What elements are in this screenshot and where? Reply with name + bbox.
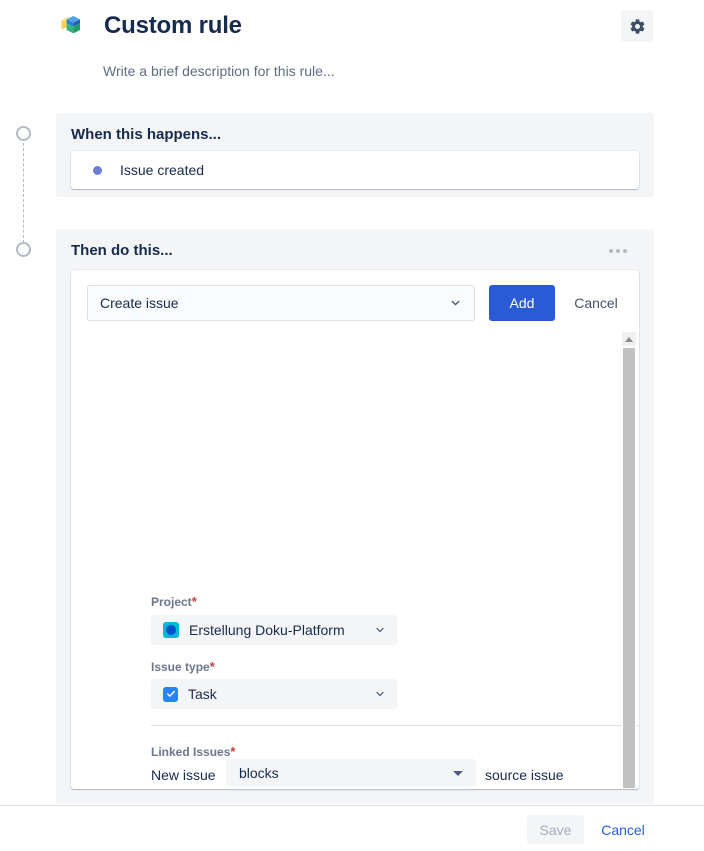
- issue-type-select[interactable]: Task: [151, 679, 397, 709]
- action-cancel-button[interactable]: Cancel: [563, 285, 629, 321]
- required-asterisk: *: [191, 594, 197, 609]
- ellipsis-dot: [623, 249, 627, 253]
- project-select-value: Erstellung Doku-Platform: [189, 622, 345, 638]
- rail-node-action: [16, 242, 31, 257]
- gear-icon[interactable]: [621, 10, 653, 42]
- rule-description-placeholder: Write a brief description for this rule.…: [103, 63, 335, 79]
- form-divider: [151, 725, 639, 726]
- save-button[interactable]: Save: [527, 815, 584, 844]
- page-title: Custom rule: [104, 12, 242, 39]
- ellipsis-dot: [609, 249, 613, 253]
- link-type-select[interactable]: blocks: [226, 759, 476, 786]
- rail-node-trigger: [16, 126, 31, 141]
- cancel-button[interactable]: Cancel: [592, 815, 654, 844]
- automation-rule-editor: Custom rule Write a brief description fo…: [0, 0, 704, 851]
- project-avatar-icon: [163, 622, 179, 638]
- trigger-item[interactable]: Issue created: [71, 151, 639, 189]
- linked-issues-field-label: Linked Issues*: [151, 744, 236, 759]
- action-component-value: Create issue: [100, 295, 179, 311]
- scroll-up-arrow-icon[interactable]: [622, 332, 636, 346]
- action-block: Then do this... Create issue Add Cancel …: [56, 229, 654, 804]
- project-select[interactable]: Erstellung Doku-Platform: [151, 615, 397, 645]
- footer-divider: [0, 805, 704, 806]
- required-asterisk: *: [230, 744, 236, 759]
- link-type-value: blocks: [239, 764, 279, 781]
- action-section-label: Then do this...: [71, 242, 173, 259]
- page-header: Custom rule Write a brief description fo…: [0, 0, 704, 96]
- action-form-scrollbar[interactable]: [622, 332, 636, 789]
- chevron-down-icon: [374, 624, 386, 636]
- ellipsis-dot: [616, 249, 620, 253]
- linked-issues-suffix-text: source issue: [485, 767, 564, 783]
- triangle-down-icon: [453, 770, 463, 776]
- linked-issues-prefix-text: New issue: [151, 767, 216, 783]
- rail-connector-line: [23, 143, 24, 243]
- trigger-block: When this happens... Issue created: [56, 113, 654, 197]
- trigger-dot-icon: [93, 165, 102, 175]
- scroll-thumb[interactable]: [623, 348, 635, 788]
- task-checkmark-icon: [163, 686, 178, 702]
- issue-type-field-label: Issue type*: [151, 659, 215, 674]
- ellipsis-icon[interactable]: [604, 241, 632, 261]
- action-form-scroll-area: Project* Erstellung Doku-Platform Issue …: [71, 332, 639, 789]
- issue-type-select-value: Task: [188, 686, 217, 702]
- required-asterisk: *: [209, 659, 215, 674]
- project-field-label: Project*: [151, 594, 197, 609]
- chevron-down-icon: [449, 297, 462, 310]
- action-config-card: Create issue Add Cancel Project* Erstell…: [71, 270, 639, 789]
- trigger-section-label: When this happens...: [71, 126, 222, 143]
- trigger-item-label: Issue created: [120, 162, 205, 178]
- add-button[interactable]: Add: [489, 285, 555, 321]
- action-component-select[interactable]: Create issue: [87, 285, 475, 321]
- chevron-down-icon: [374, 688, 386, 700]
- automation-cube-icon: [56, 11, 86, 41]
